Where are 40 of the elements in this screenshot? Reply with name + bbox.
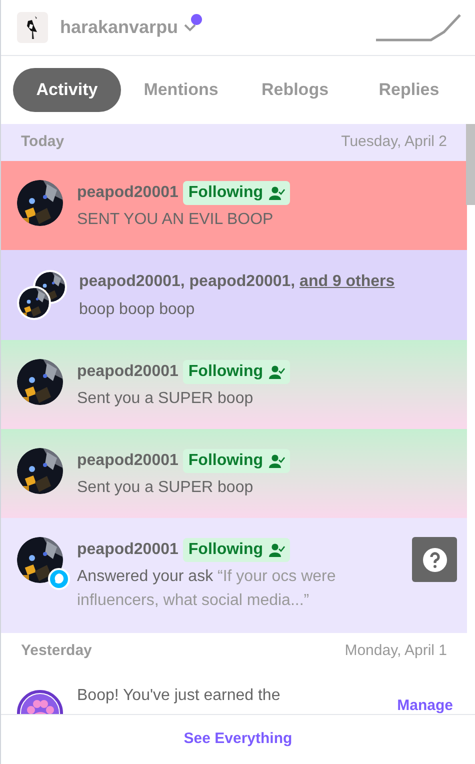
see-everything-link[interactable]: See Everything: [184, 728, 292, 751]
notification-row[interactable]: peapod20001, peapod20001, and 9 others boop boop boop: [1, 250, 467, 340]
caret-icon[interactable]: [184, 24, 196, 32]
username[interactable]: peapod20001: [77, 449, 178, 473]
others-link[interactable]: and 9 others: [300, 273, 395, 290]
notification-text: Answered your ask “If your ocs were influencers, what social media...”: [77, 567, 337, 611]
section-label: Today: [21, 132, 64, 152]
following-badge[interactable]: Following: [183, 449, 290, 473]
username[interactable]: harakanvarpu: [60, 14, 178, 41]
username[interactable]: peapod20001: [77, 360, 178, 384]
person-check-icon: [269, 365, 286, 379]
username[interactable]: peapod20001: [77, 181, 178, 205]
section-date: Tuesday, April 2: [341, 132, 447, 152]
notification-text: SENT YOU AN EVIL BOOP: [77, 210, 274, 230]
following-badge[interactable]: Following: [183, 181, 290, 205]
notification-row[interactable]: peapod20001 Following Sent you a SUPER boop: [1, 340, 467, 429]
notification-text: Boop! You've just earned the: [77, 686, 282, 706]
notification-text: boop boop boop: [79, 300, 196, 320]
section-date: Monday, April 1: [344, 641, 447, 662]
person-check-icon: [269, 186, 286, 200]
tab[interactable]: Activity: [13, 68, 121, 112]
person-check-icon: [269, 454, 286, 468]
username[interactable]: peapod20001: [77, 538, 178, 562]
tab[interactable]: Replies: [355, 68, 463, 112]
ask-icon: [412, 537, 457, 582]
tab[interactable]: Reblogs: [241, 68, 349, 112]
usernames: peapod20001, peapod20001, and 9 others: [79, 272, 396, 292]
following-badge[interactable]: Following: [183, 538, 290, 562]
chat-bubble-icon: [48, 568, 70, 590]
person-check-icon: [269, 543, 286, 557]
notification-text: Sent you a SUPER boop: [77, 478, 254, 498]
notification-row[interactable]: peapod20001 Following Sent you a SUPER boop: [1, 429, 467, 518]
scrollbar-thumb[interactable]: [466, 124, 475, 205]
manage-link[interactable]: Manage: [397, 698, 453, 714]
section-label: Yesterday: [21, 641, 92, 662]
tab[interactable]: Mentions: [127, 68, 235, 112]
notification-row[interactable]: peapod20001 Following Answered your ask “If your ocs were influencers, what social media...”: [1, 518, 467, 633]
notification-text: Sent you a SUPER boop: [77, 389, 254, 409]
following-badge[interactable]: Following: [183, 360, 290, 384]
notification-row[interactable]: peapod20001 Following SENT YOU AN EVIL BOOP: [1, 161, 467, 250]
